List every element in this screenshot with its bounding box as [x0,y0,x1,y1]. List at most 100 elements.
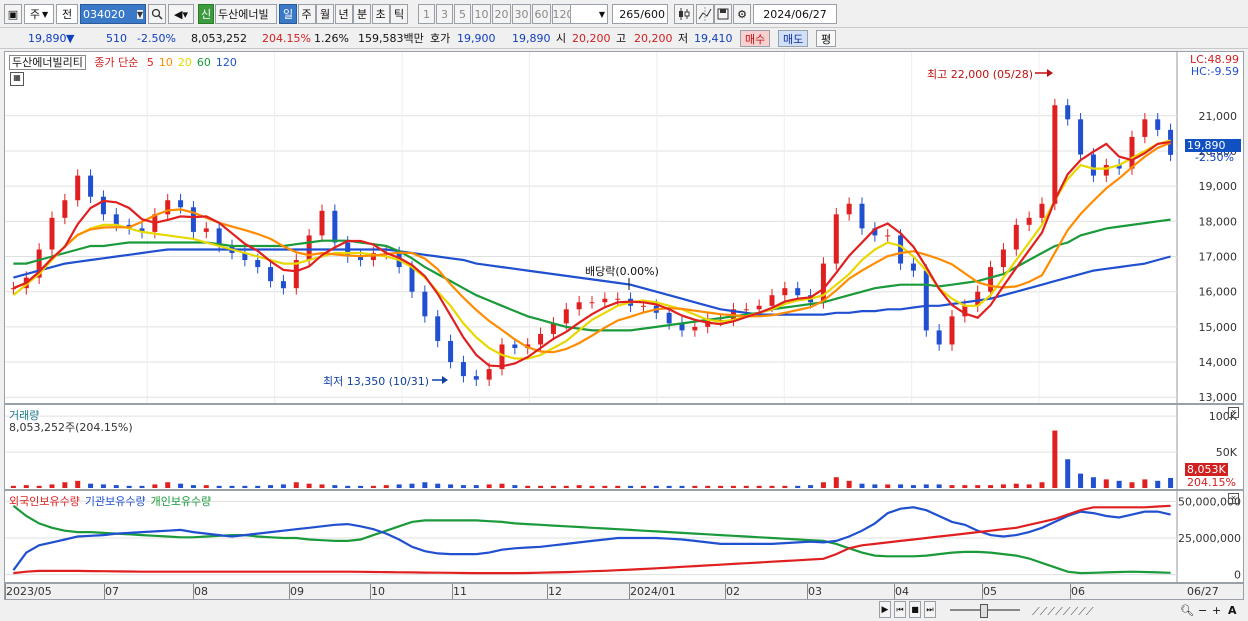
interval-tab-30[interactable]: 30 [512,4,531,24]
drawing-tools-icon[interactable]: ⟋⟋⟋⟋⟋⟋⟋⟋ [1032,603,1094,620]
quote-label: 호가 [430,32,451,45]
volume-bar [152,484,158,488]
stock-code-input[interactable]: 034020 ▼ [80,4,146,24]
search-icon[interactable] [148,4,166,24]
holdings-chart-pane[interactable]: 0 25,000,000 50,000,000 외국인보유수량 기관보유수량 개인보유수… [4,490,1244,583]
buy-button[interactable]: 매수 [740,30,771,47]
zoom-slider-thumb[interactable] [980,604,988,618]
ma-line-5 [12,140,1171,368]
toolbar: ▣ 주 ▼ 전 034020 ▼ ◀▾ 신 두산에너빌 일주월년분초틱 1 3 5 10 2… [0,0,1248,28]
price-chart-pane[interactable]: 13,000 14,000 15,000 16,000 17,000 18,000 19,0… [4,51,1244,404]
candle [756,305,762,310]
font-size-icon[interactable]: A [1228,602,1237,619]
period-tab-0[interactable]: 일 [279,4,297,24]
candle [422,291,428,317]
volume-bar [293,482,299,488]
candle [49,217,55,250]
y-tick-label: 14,000 [1199,356,1238,369]
high-arrowhead [1047,69,1053,77]
current-pct-tag: -2.50% [1195,151,1234,164]
period-tab-1[interactable]: 주 [297,4,316,24]
high-price: 20,200 [634,32,673,45]
sell-button[interactable]: 매도 [778,30,809,47]
ask-price: 19,900 [457,32,496,45]
interval-tab-5[interactable]: 5 [454,4,471,24]
volume-bar [795,485,801,488]
stop-icon[interactable]: ■ [909,601,921,618]
candle [923,270,929,331]
holdings-line-institution [12,506,1171,571]
close-icon[interactable]: × [1228,493,1239,504]
period-tab-5[interactable]: 초 [371,4,390,24]
hc-label: HC:-9.59 [1190,65,1239,78]
y-tick-label: 19,000 [1199,180,1238,193]
volume-bar [1039,482,1045,488]
trade-value: 159,583백만 [358,32,424,45]
price-change: 510 [106,32,127,45]
interval-tab-1[interactable]: 1 [418,4,435,24]
scroll-right-icon[interactable]: ▶ [879,601,891,618]
zoom-icon[interactable]: 🔍︎ [1180,602,1194,619]
volume-bar [833,477,839,488]
window-menu-icon[interactable]: ▣ [4,4,22,24]
close-icon[interactable]: × [1228,407,1239,418]
crosshair-icon[interactable] [696,4,714,24]
volume-chart-pane[interactable]: 50K 100K 거래량 8,053,252주(204.15%) × 8,053K… [4,404,1244,490]
high-label: 고 [616,32,627,45]
candle [538,333,544,345]
candle-icon[interactable] [674,4,694,24]
x-tick-label: 08 [194,585,208,598]
volume-bar [1090,477,1096,488]
evaluate-button[interactable]: 평 [816,30,837,47]
speaker-icon[interactable]: ◀▾ [168,4,194,24]
volume-bar [10,485,16,488]
interval-tab-10[interactable]: 10 [472,4,491,24]
candle [1090,154,1096,176]
interval-custom-select[interactable]: ▼ [570,4,608,24]
candle [885,235,891,237]
candle [306,235,312,261]
prev-button[interactable]: 전 [56,4,78,24]
candle [448,340,454,363]
zoom-slider[interactable] [950,603,1020,618]
legend-prefix: 종가 단순 [94,56,139,69]
volume-bar [923,484,929,488]
period-select[interactable]: 주 ▼ [24,4,54,24]
ma-legend: 5 10 20 60 120 [147,56,242,69]
period-tab-4[interactable]: 분 [353,4,371,24]
zoom-out-icon[interactable]: − [1198,602,1207,619]
volume-bar [615,485,621,488]
candle [435,316,441,341]
save-icon[interactable] [714,4,732,24]
period-tab-6[interactable]: 틱 [390,4,408,24]
volume-bar [872,484,878,488]
zoom-in-icon[interactable]: + [1212,602,1221,619]
interval-tab-20[interactable]: 20 [492,4,511,24]
price-chart: 13,000 14,000 15,000 16,000 17,000 18,000 19,0… [5,52,1238,403]
period-tab-2[interactable]: 월 [316,4,334,24]
volume-bar [730,485,736,488]
rewind-icon[interactable]: ⏮ [894,601,906,618]
volume-value: 8,053,252 [191,32,247,45]
volume-bar [705,485,711,488]
holdings-legend-0: 외국인보유수량 [9,495,80,508]
ma-legend-60: 60 [196,56,211,69]
volume-bar [190,485,196,488]
interval-tab-3[interactable]: 3 [436,4,453,24]
candle [859,203,865,229]
candle [910,263,916,271]
interval-tab-60[interactable]: 60 [532,4,551,24]
date-field[interactable]: 2024/06/27 [753,4,837,24]
candle [332,210,338,243]
grid-icon[interactable]: ▦ [10,72,24,86]
candle [743,309,749,311]
gear-icon[interactable]: ⚙ [733,4,751,24]
candle [62,200,68,218]
period-tab-3[interactable]: 년 [334,4,353,24]
candle [88,175,94,197]
bar-count-field[interactable]: 265/600 [612,4,668,24]
bid-price: 19,890 [512,32,551,45]
volume-bar [216,485,222,488]
fast-forward-icon[interactable]: ⏭ [924,601,936,618]
open-price: 20,200 [572,32,611,45]
